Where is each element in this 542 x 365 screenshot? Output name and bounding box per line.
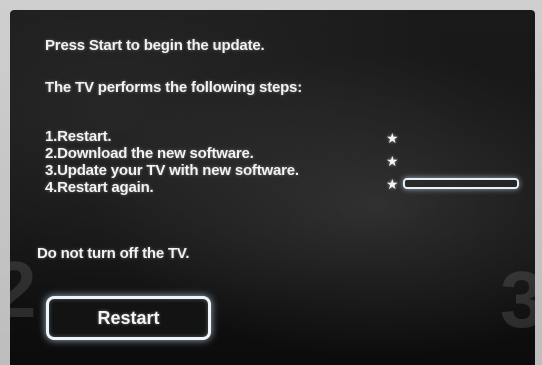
- steps-heading: The TV performs the following steps:: [45, 79, 302, 96]
- step-1-star-icon: ★: [386, 130, 399, 146]
- step-2-star-icon: ★: [386, 153, 399, 169]
- step-3-star-icon: ★: [386, 176, 399, 192]
- step-download: 2.Download the new software.: [45, 145, 254, 162]
- background-number-left: 2: [10, 245, 37, 334]
- step-restart-again: 4.Restart again.: [45, 179, 154, 196]
- instruction-text: Press Start to begin the update.: [45, 37, 265, 54]
- steps-list: 1.Restart. 2.Download the new software. …: [45, 128, 299, 196]
- update-progress-bar: [403, 178, 519, 189]
- step-restart: 1.Restart.: [45, 128, 112, 145]
- background-number-right: 3: [500, 255, 535, 344]
- warning-text: Do not turn off the TV.: [37, 245, 190, 262]
- restart-button[interactable]: Restart: [46, 296, 211, 340]
- step-update: 3.Update your TV with new software.: [45, 162, 299, 179]
